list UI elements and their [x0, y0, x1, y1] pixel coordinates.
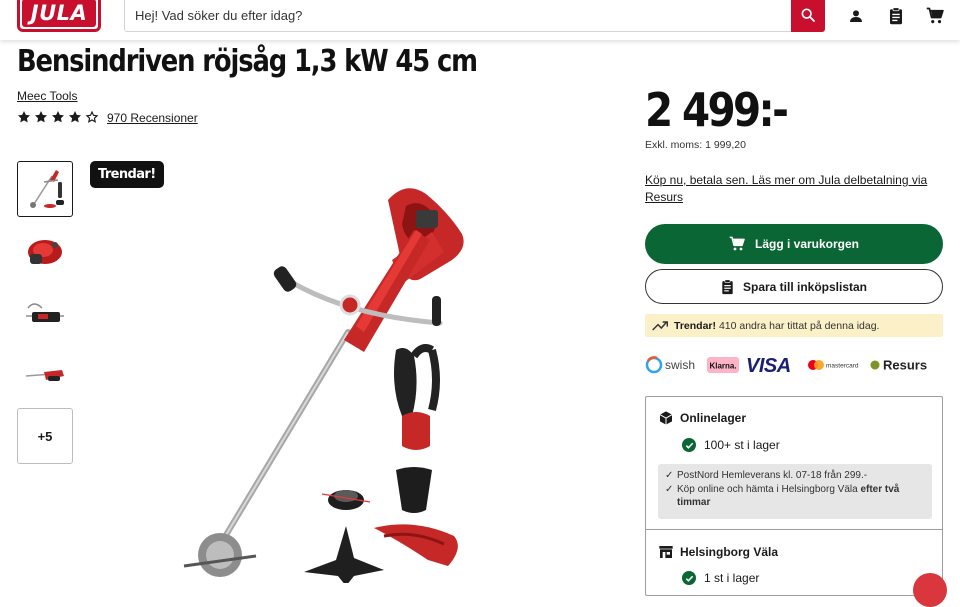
thumbnail-engine[interactable]	[17, 222, 73, 278]
check-icon: ✓	[665, 483, 674, 495]
star-full-icon	[51, 111, 65, 123]
account-icon	[850, 10, 862, 22]
visa-logo: VISA	[746, 355, 791, 376]
klarna-label: Klarna.	[709, 362, 736, 371]
trending-notice-bold: Trendar!	[674, 319, 717, 332]
tool-thumbnail-image	[25, 370, 64, 381]
online-stock-count: 100+ st i lager	[704, 438, 780, 452]
jula-logo[interactable]: JULA	[17, 0, 101, 32]
star-full-icon	[17, 111, 31, 123]
logo-text: JULA	[22, 0, 96, 27]
resurs-label: Resurs	[883, 358, 927, 373]
mastercard-label: mastercard	[826, 363, 859, 370]
shopping-list-button[interactable]	[886, 6, 906, 26]
delivery-option-text: Köp online och hämta i Helsingborg Väla	[677, 483, 861, 495]
delivery-option-pickup: ✓ Köp online och hämta i Helsingborg Väl…	[665, 483, 925, 510]
save-to-list-label: Spara till inköpslistan	[742, 279, 868, 294]
online-stock-status: 100+ st i lager	[682, 438, 780, 452]
trending-up-icon	[652, 320, 668, 331]
trending-badge: Trendar!	[90, 161, 164, 188]
package-icon	[659, 411, 673, 425]
klarna-logo: Klarna.	[707, 357, 739, 373]
store-stock-title: Helsingborg Väla	[680, 545, 779, 559]
payment-methods: swish Klarna. VISA mastercard Resurs	[645, 355, 927, 376]
divider	[646, 529, 942, 530]
cart-icon	[729, 236, 745, 251]
cart-button[interactable]	[925, 6, 945, 26]
swish-logo: swish	[645, 356, 695, 374]
top-header: JULA	[0, 0, 960, 40]
thumbnail-handle[interactable]	[17, 284, 73, 340]
star-empty-icon	[85, 110, 99, 123]
resurs-logo: Resurs	[870, 358, 927, 373]
shopping-list-icon	[722, 279, 733, 294]
chat-button[interactable]	[913, 573, 947, 607]
product-title: Bensindriven röjsåg 1,3 kW 45 cm	[17, 44, 478, 79]
brand-link[interactable]: Meec Tools	[17, 89, 77, 103]
star-full-icon	[34, 111, 48, 123]
search-input[interactable]	[135, 0, 785, 31]
product-price: 2 499:-	[645, 83, 789, 137]
mastercard-logo: mastercard	[808, 360, 859, 370]
engine-thumbnail-image	[28, 240, 62, 264]
thumbnail-tool-detail[interactable]	[17, 346, 73, 402]
account-button[interactable]	[846, 6, 866, 26]
search-icon	[801, 8, 815, 22]
add-to-cart-button[interactable]: Lägg i varukorgen	[645, 224, 943, 264]
online-stock-title: Onlinelager	[680, 411, 747, 425]
trimmer-thumbnail-image	[30, 170, 64, 208]
product-main-image[interactable]	[170, 170, 480, 583]
store-icon	[659, 546, 673, 558]
swish-label: swish	[665, 358, 695, 372]
check-circle-icon	[682, 438, 696, 452]
more-images-button[interactable]: +5	[17, 408, 73, 464]
search-bar	[124, 0, 825, 32]
delivery-option-text: PostNord Hemleverans kl. 07-18 från 299.…	[677, 470, 868, 481]
search-button[interactable]	[791, 0, 825, 32]
delivery-options: ✓ PostNord Hemleverans kl. 07-18 från 29…	[658, 464, 932, 519]
installment-info-link[interactable]: Köp nu, betala sen. Läs mer om Jula delb…	[645, 172, 935, 206]
add-to-cart-label: Lägg i varukorgen	[754, 237, 860, 251]
delivery-option-home: ✓ PostNord Hemleverans kl. 07-18 från 29…	[665, 469, 925, 483]
cart-icon	[926, 7, 944, 24]
online-stock-heading: Onlinelager	[658, 410, 746, 426]
save-to-list-button[interactable]: Spara till inköpslistan	[645, 269, 943, 304]
handle-thumbnail-image	[26, 303, 64, 322]
trending-notice: Trendar! 410 andra har tittat på denna i…	[645, 314, 943, 337]
check-icon: ✓	[665, 470, 674, 481]
store-stock-heading[interactable]: Helsingborg Väla	[658, 544, 778, 560]
price-excl-vat: Exkl. moms: 1 999,20	[645, 139, 746, 151]
stock-info-panel: Onlinelager 100+ st i lager ✓ PostNord H…	[645, 396, 943, 596]
thumbnail-trimmer[interactable]	[17, 161, 73, 217]
shopping-list-icon	[890, 7, 902, 25]
star-full-icon	[68, 111, 82, 123]
trending-notice-text: 410 andra har tittat på denna idag.	[718, 319, 880, 332]
reviews-link[interactable]: 970 Recensioner	[107, 111, 198, 125]
rating-stars	[17, 110, 99, 124]
